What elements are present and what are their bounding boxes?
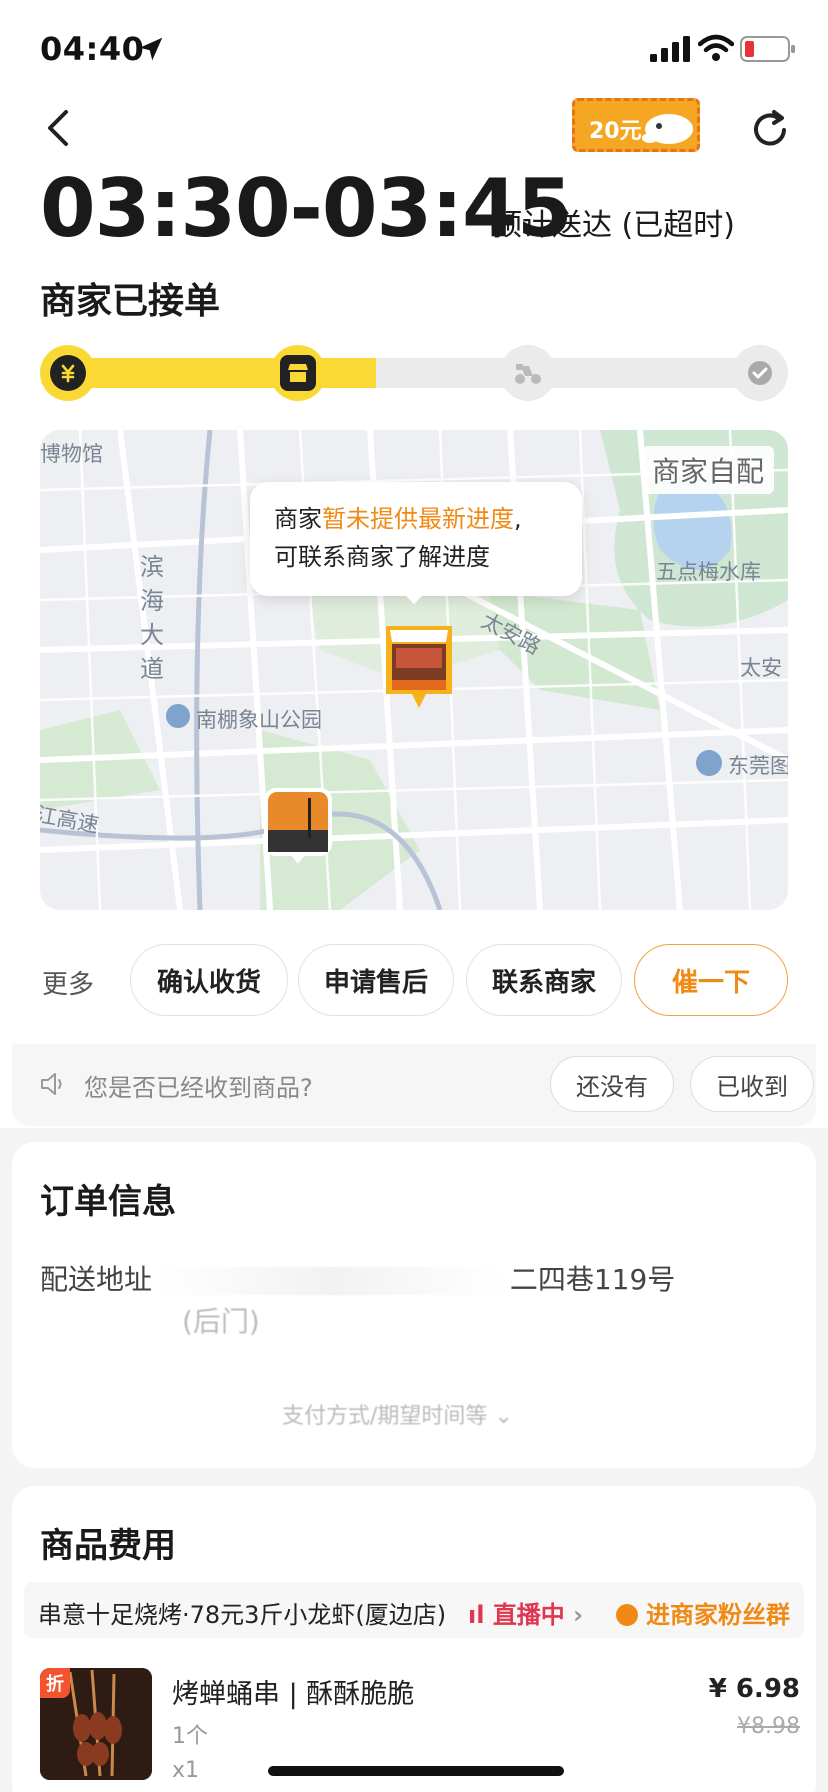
map-label-museum: 博物馆	[40, 442, 103, 466]
shop-location-pin[interactable]	[378, 616, 460, 716]
received-button[interactable]: 已收到	[690, 1056, 814, 1112]
cellular-signal-icon	[650, 36, 690, 62]
map-label-dongguan: 东莞图	[728, 754, 788, 778]
discount-tag: 折	[40, 1668, 70, 1698]
store-icon	[288, 364, 308, 382]
order-info-title: 订单信息	[40, 1182, 176, 1222]
product-fees-card: 商品费用 串意十足烧烤·78元3斤小龙虾(厦边店) ıl 直播中 › 进商家粉丝…	[12, 1486, 816, 1792]
expand-hint: 支付方式/期望时间等	[282, 1404, 488, 1429]
product-price: ¥ 6.98	[708, 1674, 800, 1704]
museum-poi-icon	[696, 750, 722, 776]
address-visible: 二四巷119号	[509, 1263, 676, 1296]
not-yet-button[interactable]: 还没有	[550, 1056, 674, 1112]
contact-merchant-button[interactable]: 联系商家	[466, 944, 622, 1016]
check-shield-icon	[748, 361, 772, 385]
shop-name[interactable]: 串意十足烧烤·78元3斤小龙虾(厦边店)	[38, 1595, 446, 1630]
home-indicator[interactable]	[268, 1766, 564, 1776]
park-poi-icon	[166, 704, 190, 728]
bubble-prefix: 商家	[274, 505, 322, 533]
confirm-receipt-button[interactable]: 确认收货	[130, 944, 288, 1016]
receipt-prompt: 您是否已经收到商品? 还没有 已收到	[12, 1044, 816, 1126]
order-info-card: 订单信息 配送地址 二四巷119号 (后门) 支付方式/期望时间等 ⌄	[12, 1142, 816, 1468]
progress-fill	[60, 358, 376, 388]
expand-details-link[interactable]: 支付方式/期望时间等 ⌄	[282, 1398, 513, 1430]
status-bar: 04:40	[0, 0, 828, 100]
refresh-icon[interactable]	[746, 106, 794, 154]
chevron-down-icon: ⌄	[494, 1404, 513, 1429]
product-image[interactable]: 折	[40, 1668, 152, 1780]
fees-title: 商品费用	[40, 1526, 176, 1566]
chevron-right-icon: ›	[564, 1601, 584, 1629]
coupon-badge[interactable]: 20元	[572, 98, 700, 152]
clock: 04:40	[40, 30, 145, 68]
live-bars-icon: ıl	[468, 1601, 493, 1629]
bubble-highlight: 暂未提供最新进度	[322, 505, 514, 533]
live-label: 直播中	[492, 1601, 565, 1629]
coupon-label: 20元	[589, 119, 642, 144]
live-indicator[interactable]: ıl 直播中 ›	[468, 1595, 583, 1630]
step-complete	[732, 345, 788, 401]
map-label-binhai-road: 滨海大道	[140, 553, 164, 683]
step-store	[270, 345, 326, 401]
map-label-park: 南棚象山公园	[196, 708, 322, 732]
order-status-title: 商家已接单	[40, 281, 221, 322]
product-spec: 1个	[172, 1724, 208, 1749]
merchant-progress-bubble: 商家暂未提供最新进度, 可联系商家了解进度	[250, 482, 582, 596]
step-payment	[40, 345, 96, 401]
map-label-tai: 太安	[740, 656, 782, 680]
bubble-suffix: ,	[514, 505, 522, 533]
bubble-line2: 可联系商家了解进度	[274, 543, 490, 571]
speaker-icon	[41, 1073, 62, 1095]
location-arrow-icon	[139, 37, 163, 61]
payment-icon	[61, 364, 75, 383]
chat-bubble-icon	[615, 1604, 638, 1626]
address-redacted	[160, 1267, 501, 1295]
shop-row[interactable]: 串意十足烧烤·78元3斤小龙虾(厦边店) ıl 直播中 › 进商家粉丝群	[24, 1582, 804, 1638]
address-label: 配送地址	[40, 1263, 153, 1296]
product-quantity: x1	[172, 1758, 200, 1783]
step-delivery	[500, 345, 556, 401]
urge-button[interactable]: 催一下	[634, 944, 788, 1016]
product-name: 烤蝉蛹串 | 酥酥脆脆	[172, 1679, 415, 1710]
action-bar: 更多 确认收货 申请售后 联系商家 催一下	[0, 940, 828, 1020]
rider-icon	[515, 364, 541, 384]
product-original-price: ¥8.98	[737, 1714, 800, 1739]
mascot-icon	[642, 114, 693, 144]
receipt-question: 您是否已经收到商品?	[84, 1074, 313, 1102]
bubble-tail	[402, 592, 426, 604]
address-line2: (后门)	[182, 1305, 260, 1338]
battery-icon	[740, 36, 795, 62]
delivery-map[interactable]: 博物馆 滨海大道 太安路 五点梅水库 太安 南棚象山公园 东莞图 江高速 商家自…	[40, 430, 788, 910]
delivery-address: 配送地址 二四巷119号	[40, 1258, 675, 1298]
wifi-icon	[698, 34, 734, 61]
fans-group-link[interactable]: 进商家粉丝群	[615, 1595, 790, 1630]
fans-label: 进商家粉丝群	[646, 1601, 790, 1629]
delivery-mode-tag: 商家自配	[641, 446, 774, 494]
after-sale-button[interactable]: 申请售后	[298, 944, 454, 1016]
eta-note: 预计送达 (已超时)	[492, 208, 735, 243]
map-label-reservoir: 五点梅水库	[656, 560, 761, 584]
back-arrow-icon[interactable]	[38, 106, 78, 150]
user-location-pin[interactable]	[262, 786, 334, 866]
more-button[interactable]: 更多	[42, 964, 94, 1001]
